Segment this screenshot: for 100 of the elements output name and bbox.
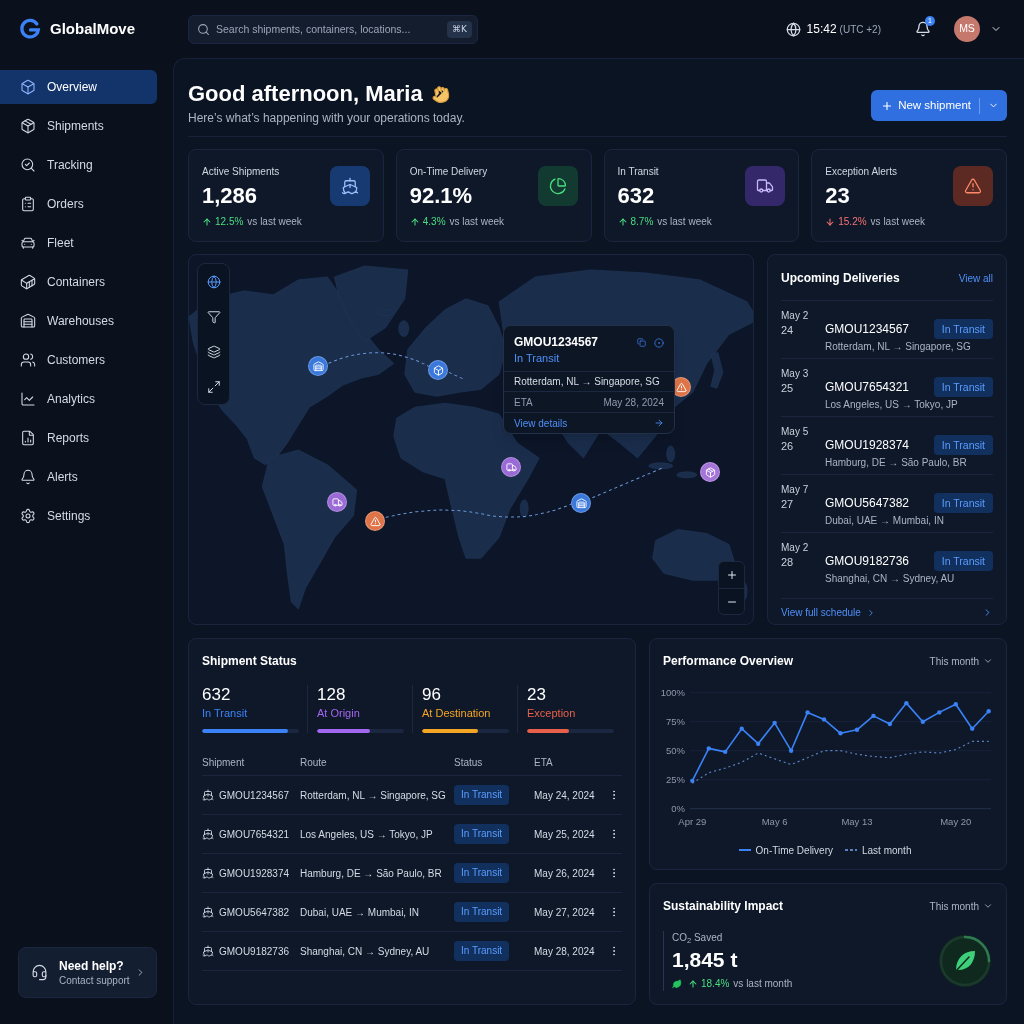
shipment-id[interactable]: GMOU5647382 [219,904,290,920]
metric-value: 1,845 t [672,947,739,973]
delivery-month: May 2 [781,541,810,555]
nav-item[interactable]: Alerts [0,460,157,494]
eta-text: May 26, 2024 [534,866,596,881]
shipment-id[interactable]: GMOU1928374 [219,865,290,881]
new-shipment-button[interactable]: New shipment [871,90,1007,121]
logo-icon [19,18,41,40]
axis-label: 100% [660,687,685,699]
route-text: Rotterdam, NL → Singapore, SG [825,340,972,354]
axis-label: 0% [671,803,685,815]
delivery-day: 25 [781,381,825,396]
view-details-link[interactable]: View details [514,415,568,431]
trend-value: 15.2% [838,215,867,229]
help-subtitle: Contact support [59,973,131,988]
column-header: Shipment [202,756,246,770]
shipment-id[interactable]: GMOU9182736 [825,552,910,570]
brand-name: GlobalMove [50,18,135,39]
panel-title: Performance Overview [663,653,794,670]
view-schedule-link[interactable]: View full schedule [781,605,876,620]
route-text: Rotterdam, NL → Singapore, SG [300,788,447,803]
stat-label: At Origin [317,706,361,721]
panel-title: Shipment Status [202,653,298,670]
nav-item[interactable]: Containers [0,265,157,299]
nav-item[interactable]: Analytics [0,382,157,416]
data-point [723,749,728,755]
data-point [821,717,827,722]
view-all-link[interactable]: View all [958,270,993,286]
column-header: Status [454,756,484,770]
status-badge: In Transit [454,824,510,844]
clipboard-icon [20,196,36,212]
trend-value: 4.3% [422,215,446,229]
shipment-id[interactable]: GMOU7654321 [825,378,910,396]
delivery-day: 27 [781,497,825,512]
nav-item[interactable]: Settings [0,499,157,533]
data-point [706,746,711,751]
status-badge: In Transit [454,863,510,883]
panel-title: Upcoming Deliveries [781,270,900,287]
kpi-value: 92.1% [409,182,474,210]
period-dropdown[interactable]: This month [929,653,993,669]
pie-chart-icon [537,166,578,206]
data-point [871,713,876,719]
package-pin-icon [700,462,720,482]
route-text: Shanghai, CN → Sydney, AU [300,944,431,959]
nav-item[interactable]: Orders [0,187,157,221]
data-point [904,700,909,706]
bell-icon[interactable] [915,21,931,37]
data-point [838,731,843,736]
bell-icon [20,469,36,485]
axis-label: 75% [666,716,685,728]
page-title: Good afternoon, Maria [188,80,423,108]
shipment-id[interactable]: GMOU7654321 [219,826,290,842]
page-subtitle: Here’s what’s happening with your operations today. [188,111,465,126]
data-point [739,726,744,731]
axis-label: 25% [666,774,685,786]
shipment-id[interactable]: GMOU1928374 [825,436,910,454]
help-card[interactable]: Need help? Contact support [18,947,157,998]
status-badge: In Transit [933,435,993,455]
nav-item[interactable]: Reports [0,421,157,455]
route-text: Los Angeles, US → Tokyo, JP [300,827,434,842]
period-dropdown[interactable]: This month [929,898,993,914]
route-text: Los Angeles, US → Tokyo, JP [825,398,959,412]
chevron-down-icon [983,901,993,911]
search-icon [197,22,210,36]
data-point [953,702,958,707]
ship-icon [202,867,214,879]
shipment-id[interactable]: GMOU5647382 [825,494,910,512]
eta-text: May 25, 2024 [534,827,596,842]
trend-note: vs last week [247,215,302,229]
search-icon [20,157,36,173]
delivery-day: 28 [781,555,825,570]
chevron-down-icon [983,656,993,666]
delivery-month: May 7 [781,483,810,497]
trend-note: vs last week [870,215,926,229]
target-icon[interactable] [654,337,664,348]
nav-item[interactable]: Fleet [0,226,157,260]
trend-value: 12.5% [215,215,244,229]
data-point [970,726,975,731]
nav-item[interactable]: Warehouses [0,304,157,338]
stat-value: 128 [317,685,347,705]
shipment-id[interactable]: GMOU1234567 [825,320,910,338]
nav-item[interactable]: Overview [0,70,157,104]
route-text: Hamburg, DE → São Paulo, BR [300,866,443,881]
route-line [448,371,465,380]
kpi-value: 23 [825,182,851,210]
shipment-id[interactable]: GMOU9182736 [219,943,290,959]
stat-label: At Destination [422,706,492,721]
ship-icon [202,828,214,840]
arrow-right-icon[interactable] [654,418,664,428]
warehouse-icon [20,313,36,329]
truck-icon [745,166,786,206]
nav-item[interactable]: Customers [0,343,157,377]
nav-item[interactable]: Tracking [0,148,157,182]
status-badge: In Transit [933,493,993,513]
nav-item[interactable]: Shipments [0,109,157,143]
axis-label: Apr 29 [678,816,707,827]
line-chart-icon [20,391,36,407]
shipment-id[interactable]: GMOU1234567 [219,787,290,803]
column-header: Route [300,756,328,770]
data-point [805,710,810,715]
